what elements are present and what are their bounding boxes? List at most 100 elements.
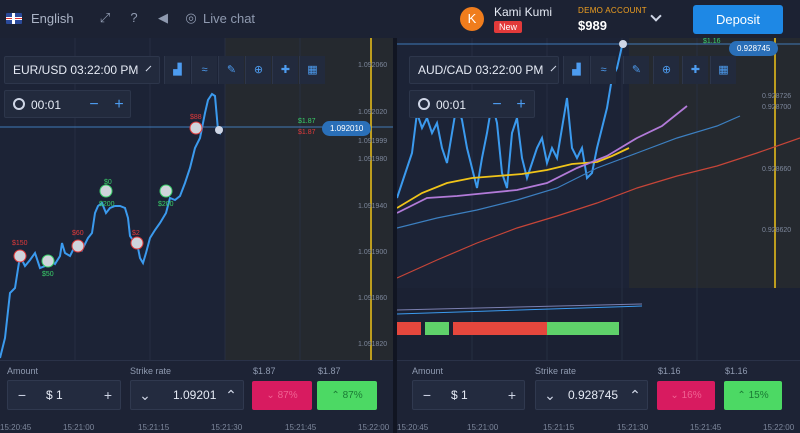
time-axis-label: 15:21:15: [138, 423, 170, 432]
timer-minus-button[interactable]: −: [486, 95, 508, 115]
time-axis-label: 15:21:00: [63, 423, 95, 432]
payout-up-label: $1.16: [725, 366, 748, 376]
price-chart-right[interactable]: [397, 38, 800, 360]
trade-label: $150: [12, 240, 28, 247]
add-user-icon[interactable]: ✚: [272, 56, 298, 84]
down-percentage: 87%: [277, 390, 298, 401]
amount-minus-button[interactable]: −: [8, 381, 36, 409]
asset-selector[interactable]: AUD/CAD 03:22:00 PM: [409, 56, 559, 84]
draw-pencil-icon[interactable]: ✎: [218, 56, 244, 84]
trade-label: $60: [72, 230, 84, 237]
time-axis-label: 15:22:00: [763, 423, 795, 432]
live-chat-link[interactable]: Live chat: [203, 11, 255, 26]
strike-up-chevron-icon[interactable]: ⌃: [217, 381, 245, 409]
avatar[interactable]: K: [460, 7, 484, 31]
price-axis-label: 1.091980: [358, 156, 388, 163]
asset-selector[interactable]: EUR/USD 03:22:00 PM: [4, 56, 160, 84]
price-axis-label: 1.091940: [358, 203, 388, 210]
price-axis-label: 0.928700: [762, 104, 792, 111]
account-menu-chevron-icon[interactable]: [650, 10, 662, 22]
help-icon[interactable]: ?: [126, 10, 142, 26]
price-axis-label: 1.092060: [358, 62, 388, 69]
top-bar: English ⤢ ? ◀ ◎ Live chat K Kami Kumi Ne…: [0, 0, 800, 38]
crosshair-icon[interactable]: ⊕: [653, 56, 679, 84]
fullscreen-icon[interactable]: ⤢: [97, 10, 113, 26]
timer-control: 00:01 − +: [4, 90, 131, 118]
crosshair-icon[interactable]: ⊕: [245, 56, 271, 84]
sell-down-button[interactable]: ⌄ 87%: [252, 381, 312, 410]
payout-down-label: $1.16: [658, 366, 681, 376]
strike-rate-input[interactable]: ⌄ 0.928745 ⌃: [535, 380, 648, 410]
timer-plus-button[interactable]: +: [510, 95, 532, 115]
time-axis-label: 15:21:15: [543, 423, 575, 432]
volume-bars: [397, 322, 619, 335]
timer-value[interactable]: 00:01: [31, 98, 61, 112]
strike-rate-value[interactable]: 1.09201: [173, 388, 216, 402]
new-badge: New: [494, 21, 523, 33]
draw-pencil-icon[interactable]: ✎: [623, 56, 649, 84]
amount-label: Amount: [412, 366, 444, 376]
trade-label: $88: [190, 114, 202, 121]
strike-rate-input[interactable]: ⌄ 1.09201 ⌃: [130, 380, 244, 410]
chevron-up-icon: ⌃: [331, 390, 343, 401]
price-axis-label: 1.091900: [358, 249, 388, 256]
asset-name: EUR/USD 03:22:00 PM: [13, 63, 139, 77]
stopwatch-icon: [13, 98, 25, 110]
timer-value[interactable]: 00:01: [436, 98, 466, 112]
sell-down-button[interactable]: ⌄ 16%: [657, 381, 715, 410]
chart-type-icon[interactable]: ▟: [164, 56, 190, 84]
amount-input[interactable]: − $ 1 +: [7, 380, 121, 410]
time-axis-label: 15:22:00: [358, 423, 390, 432]
chevron-up-icon: ⌃: [737, 390, 749, 401]
strike-up-chevron-icon[interactable]: ⌃: [621, 381, 649, 409]
chat-icon[interactable]: ◎: [183, 10, 199, 26]
indicators-icon[interactable]: ≈: [191, 56, 217, 84]
amount-plus-button[interactable]: +: [498, 381, 526, 409]
add-user-icon[interactable]: ✚: [682, 56, 708, 84]
chart-type-icon[interactable]: ▟: [563, 56, 589, 84]
strike-rate-label: Strike rate: [130, 366, 172, 376]
payout-down-tag: $1.87: [298, 129, 316, 136]
payout-tag: $1.16: [703, 38, 721, 45]
amount-value[interactable]: $ 1: [46, 388, 63, 402]
time-axis-label: 15:21:30: [617, 423, 649, 432]
trade-controls-right: Amount − $ 1 + Strike rate ⌄ 0.928745 ⌃ …: [397, 360, 800, 433]
time-axis-label: 15:21:45: [285, 423, 317, 432]
chart-panel-left: $150 $50 $60 $0 $200 $2 $200 $88 $1.87 $…: [0, 38, 393, 433]
amount-value[interactable]: $ 1: [451, 388, 468, 402]
history-zone: [0, 38, 225, 360]
sound-icon[interactable]: ◀: [155, 10, 171, 26]
language-selector[interactable]: English: [31, 11, 74, 26]
strike-down-chevron-icon[interactable]: ⌄: [536, 381, 564, 409]
deposit-button[interactable]: Deposit: [693, 5, 783, 34]
time-axis-label: 15:21:45: [690, 423, 722, 432]
strike-rate-value[interactable]: 0.928745: [568, 388, 618, 402]
payout-down-label: $1.87: [253, 366, 276, 376]
time-axis-label: 15:20:45: [0, 423, 32, 432]
amount-plus-button[interactable]: +: [94, 381, 122, 409]
uk-flag-icon[interactable]: [6, 13, 22, 24]
price-axis-label: 1.091860: [358, 295, 388, 302]
price-axis-label: 1.091820: [358, 341, 388, 348]
trade-label: $0: [104, 179, 112, 186]
buy-up-button[interactable]: ⌃ 87%: [317, 381, 377, 410]
account-type: DEMO ACCOUNT: [578, 6, 647, 15]
buy-up-button[interactable]: ⌃ 15%: [724, 381, 782, 410]
timer-minus-button[interactable]: −: [83, 95, 105, 115]
amount-input[interactable]: − $ 1 +: [412, 380, 525, 410]
amount-label: Amount: [7, 366, 39, 376]
trade-label: $200: [158, 201, 174, 208]
indicators-icon[interactable]: ≈: [590, 56, 616, 84]
price-chart-left[interactable]: [0, 38, 393, 360]
amount-minus-button[interactable]: −: [413, 381, 441, 409]
price-axis-label: 0.928660: [762, 166, 792, 173]
time-axis-label: 15:20:45: [397, 423, 429, 432]
timer-plus-button[interactable]: +: [108, 95, 130, 115]
layout-grid-icon[interactable]: ▦: [710, 56, 736, 84]
chevron-down-icon: [551, 65, 557, 71]
strike-down-chevron-icon[interactable]: ⌄: [131, 381, 159, 409]
username: Kami Kumi: [494, 5, 553, 19]
time-axis-label: 15:21:00: [467, 423, 499, 432]
expiry-zone: [225, 38, 393, 360]
layout-grid-icon[interactable]: ▦: [299, 56, 325, 84]
